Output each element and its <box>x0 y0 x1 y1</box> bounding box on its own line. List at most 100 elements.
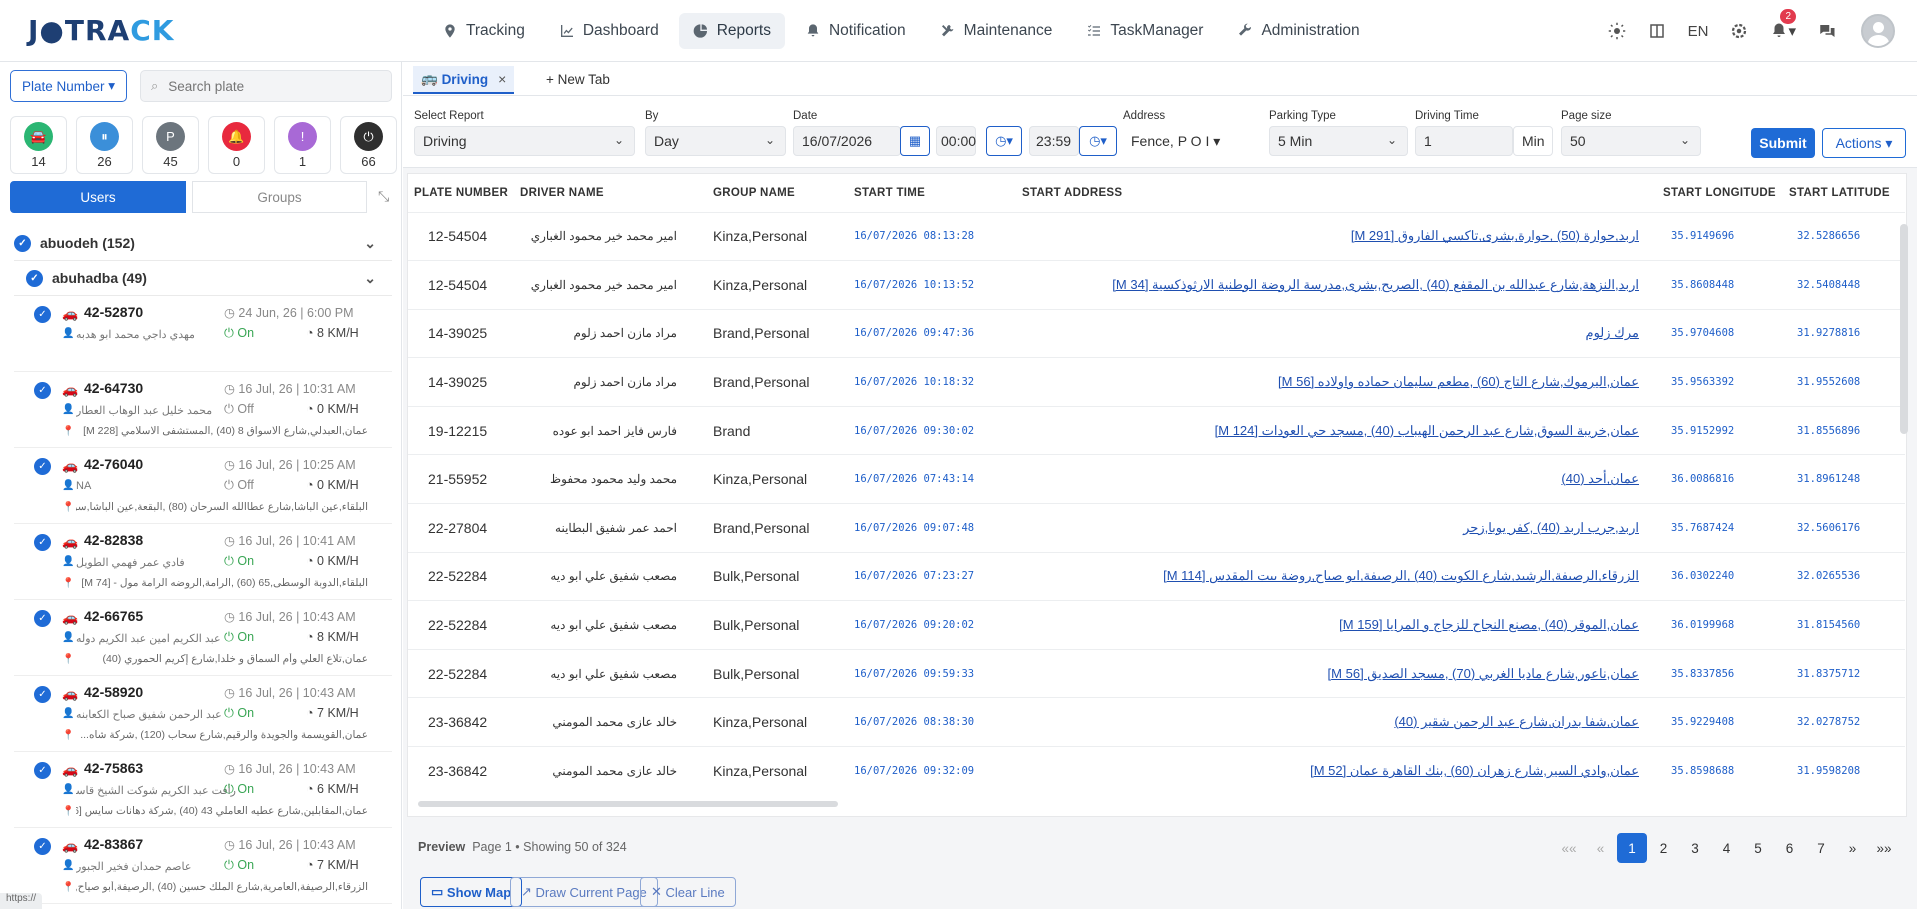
address-link[interactable]: عمان,شفا بدران,شارع عبد الرحمن شقير (40) <box>1394 714 1639 729</box>
tab-driving[interactable]: 🚌 Driving × <box>413 66 515 94</box>
column-header[interactable]: PLATE NUMBER <box>408 174 514 212</box>
chevron-down-icon[interactable]: ⌄ <box>364 235 376 252</box>
search-plate-input[interactable] <box>168 78 369 94</box>
horizontal-scrollbar[interactable] <box>418 801 838 807</box>
user-avatar[interactable] <box>1861 14 1895 48</box>
page-size-dropdown[interactable]: 50 ⌄ <box>1561 126 1701 156</box>
first-page-button[interactable]: «« <box>1554 833 1584 863</box>
nav-taskmanager[interactable]: TaskManager <box>1072 13 1217 49</box>
table-row[interactable]: 22-52284 مصعب شفيق علي ابو ديه Bulk,Person… <box>408 648 1905 698</box>
page-button[interactable]: 3 <box>1680 833 1710 863</box>
start-address-cell[interactable]: عمان,خريبة السوق,شارع عبد الرحمن الهيباب… <box>1016 405 1657 455</box>
address-link[interactable]: اربد,النزهة,شارع عبدالله بن المقفع (40) … <box>1112 277 1639 292</box>
close-icon[interactable]: × <box>498 71 506 87</box>
vehicle-list-item[interactable]: ✓ 🚗 42-82838 ◷ 16 Jul, 26 | 10:41 AM 👤 فادي ع… <box>14 524 392 600</box>
language-switch[interactable]: EN <box>1688 23 1709 40</box>
status-filter-card[interactable]: P 45 <box>142 116 199 174</box>
table-row[interactable]: 22-52284 مصعب شفيق علي ابو ديه Bulk,Person… <box>408 551 1905 601</box>
page-button[interactable]: 7 <box>1806 833 1836 863</box>
vertical-scrollbar[interactable] <box>1900 224 1908 434</box>
checkbox-icon[interactable]: ✓ <box>34 306 51 323</box>
clock-icon[interactable]: ◷▾ <box>1079 126 1117 156</box>
address-link[interactable]: عمان,الموقر (40) ,مصنع النجاح للزجاج و ا… <box>1339 617 1639 632</box>
page-button[interactable]: 5 <box>1743 833 1773 863</box>
table-row[interactable]: 14-39025 مراد مازن احمد زلوم Brand,Persona… <box>408 308 1905 358</box>
draw-current-page-button[interactable]: ↗ Draw Current Page <box>510 877 658 907</box>
address-link[interactable]: اربد,حوارة (50) ,حوارة,بشرى,تاكسي الفارو… <box>1351 228 1639 243</box>
column-header[interactable]: START ADDRESS <box>1016 174 1657 212</box>
time-from-input[interactable]: 00:00 <box>936 126 976 156</box>
group-row[interactable]: ✓ abuodeh (152) ⌄ <box>14 226 392 261</box>
date-input[interactable]: 16/07/2026 <box>793 126 901 156</box>
checkbox-icon[interactable]: ✓ <box>34 610 51 627</box>
table-row[interactable]: 12-54504 امير محمد خير محمود الغباري Kinza… <box>408 211 1905 261</box>
time-to-input[interactable]: 23:59 <box>1029 126 1079 156</box>
start-address-cell[interactable]: اربد,حوارة (50) ,حوارة,بشرى,تاكسي الفارو… <box>1016 211 1657 261</box>
start-address-cell[interactable]: مرك زلوم <box>1016 308 1657 358</box>
clock-icon[interactable]: ◷▾ <box>986 126 1022 156</box>
table-row[interactable]: 12-54504 امير محمد خير محمود الغباري Kinza… <box>408 260 1905 310</box>
vehicle-list-item[interactable]: ✓ 🚗 42-75863 ◷ 16 Jul, 26 | 10:43 AM 👤 رأفت ع… <box>14 752 392 828</box>
next-page-button[interactable]: » <box>1838 833 1868 863</box>
start-address-cell[interactable]: اربد,النزهة,شارع عبدالله بن المقفع (40) … <box>1016 260 1657 310</box>
table-row[interactable]: 14-39025 مراد مازن احمد زلوم Brand,Persona… <box>408 357 1905 407</box>
checkbox-icon[interactable]: ✓ <box>14 234 31 252</box>
address-link[interactable]: عمان,وادي السير,شارع زهران (60) ,بنك الق… <box>1310 763 1639 778</box>
table-row[interactable]: 22-52284 مصعب شفيق علي ابو ديه Bulk,Person… <box>408 600 1905 650</box>
start-address-cell[interactable]: عمان,شفا بدران,شارع عبد الرحمن شقير (40) <box>1016 697 1657 747</box>
table-row[interactable]: 22-27804 احمد عمر شفيق البطاينه Brand,Pers… <box>408 503 1905 553</box>
column-header[interactable]: DRIVER NAME <box>514 174 707 212</box>
checkbox-icon[interactable]: ✓ <box>34 762 51 779</box>
status-filter-card[interactable]: 🔔 0 <box>208 116 265 174</box>
page-button[interactable]: 6 <box>1775 833 1805 863</box>
brightness-icon[interactable] <box>1608 22 1626 40</box>
nav-tracking[interactable]: Tracking <box>428 13 539 49</box>
status-filter-card[interactable]: ⏻ 66 <box>340 116 397 174</box>
address-dropdown[interactable]: Fence, P O I ▾ <box>1123 126 1229 156</box>
actions-dropdown[interactable]: Actions ▾ <box>1822 128 1906 158</box>
status-filter-card[interactable]: ⏸ 26 <box>76 116 133 174</box>
jotrack-logo[interactable]: J●TRACK <box>28 14 174 47</box>
show-map-button[interactable]: ▭ Show Map <box>420 877 523 907</box>
layout-columns-icon[interactable] <box>1648 22 1666 40</box>
nav-maintenance[interactable]: Maintenance <box>926 13 1067 49</box>
status-filter-card[interactable]: ! 1 <box>274 116 331 174</box>
column-header[interactable]: GROUP NAME <box>707 174 848 212</box>
nav-dashboard[interactable]: Dashboard <box>545 13 673 49</box>
vehicle-list-item[interactable]: ✓ 🚗 42-52870 ◷ 24 Jun, 26 | 6:00 PM 👤 مهدي دا… <box>14 296 392 372</box>
nav-reports[interactable]: Reports <box>678 13 785 49</box>
table-row[interactable]: 21-55952 محمد وليد محمود محفوظ Kinza,Perso… <box>408 454 1905 504</box>
vehicle-list-item[interactable]: ✓ 🚗 42-83867 ◷ 16 Jul, 26 | 10:43 AM 👤 عاصم ح… <box>14 828 392 904</box>
start-address-cell[interactable]: عمان,أحد (40) <box>1016 454 1657 504</box>
start-address-cell[interactable]: اربد,جرب اربد (40) ,كفر يوبا,زحر <box>1016 503 1657 553</box>
checkbox-icon[interactable]: ✓ <box>34 686 51 703</box>
checkbox-icon[interactable]: ✓ <box>34 534 51 551</box>
column-header[interactable]: START LONGITUDE <box>1657 174 1783 212</box>
search-plate[interactable]: ⌕ <box>140 70 392 102</box>
column-header[interactable]: START LATITUDE <box>1783 174 1905 212</box>
submit-button[interactable]: Submit <box>1751 128 1815 158</box>
start-address-cell[interactable]: عمان,ناعور,شارع ماديا الغربي (70) ,مسجد … <box>1016 648 1657 698</box>
prev-page-button[interactable]: « <box>1586 833 1616 863</box>
table-row[interactable]: 23-36842 خالد عازى محمد المومني Kinza,Pers… <box>408 697 1905 747</box>
table-row[interactable]: 19-12215 فارس فايز احمد ابو عوده Brand 16/0… <box>408 405 1905 455</box>
chevron-down-icon[interactable]: ⌄ <box>364 270 376 287</box>
vehicle-list-item[interactable]: ✓ 🚗 42-64730 ◷ 16 Jul, 26 | 10:31 AM 👤 محمد خ… <box>14 372 392 448</box>
tab-groups[interactable]: Groups <box>192 181 367 213</box>
page-button[interactable]: 2 <box>1649 833 1679 863</box>
subgroup-row[interactable]: ✓ abuhadba (49) ⌄ <box>14 261 392 296</box>
address-link[interactable]: عمان,خريبة السوق,شارع عبد الرحمن الهيباب… <box>1215 423 1639 438</box>
checkbox-icon[interactable]: ✓ <box>26 269 43 287</box>
notification-bell-icon[interactable]: 2 ▾ <box>1770 9 1797 40</box>
gear-icon[interactable] <box>1730 22 1748 40</box>
page-button[interactable]: 4 <box>1712 833 1742 863</box>
clear-line-button[interactable]: ✕ Clear Line <box>640 877 736 907</box>
collapse-icon[interactable]: ⤡ <box>378 188 389 205</box>
address-link[interactable]: مرك زلوم <box>1586 325 1639 340</box>
checkbox-icon[interactable]: ✓ <box>34 382 51 399</box>
table-row[interactable]: 23-36842 خالد عازى محمد المومني Kinza,Pers… <box>408 746 1905 796</box>
start-address-cell[interactable]: الزرقاء,الرصيفة,الرشيد,شارع الكويت (40) … <box>1016 551 1657 601</box>
address-link[interactable]: عمان,ناعور,شارع ماديا الغربي (70) ,مسجد … <box>1328 666 1639 681</box>
nav-administration[interactable]: Administration <box>1223 13 1373 49</box>
checkbox-icon[interactable]: ✓ <box>34 458 51 475</box>
